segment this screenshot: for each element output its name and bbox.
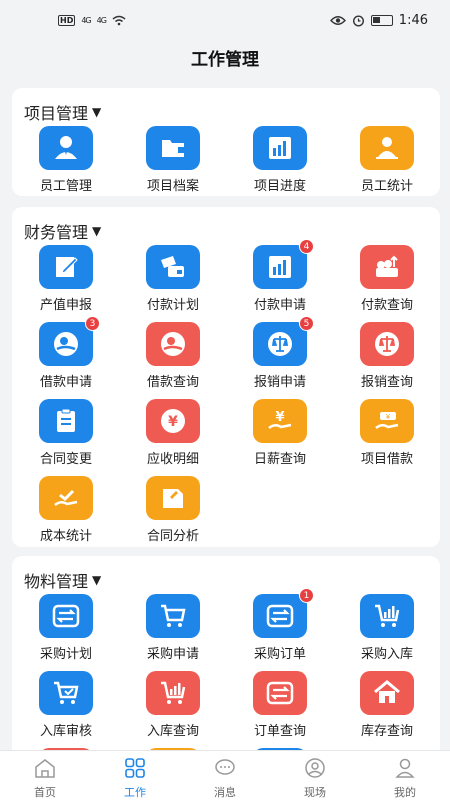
card-finance: 财务管理 ▼ 产值申报 付款计划 4 付款申请 付款查询 3 借款申请 借款查询… — [12, 207, 440, 547]
grid-item-loan-query[interactable]: 借款查询 — [119, 322, 227, 396]
caret-down-icon: ▼ — [92, 224, 102, 238]
yen-coin-icon: ¥ — [146, 399, 200, 443]
check-hand-icon — [39, 476, 93, 520]
caret-down-icon: ▼ — [92, 573, 102, 587]
eye-icon — [329, 15, 346, 25]
content-scroll[interactable]: 项目管理 ▼ 员工管理 项目档案 项目进度 员工统计 财务管理 ▼ 产值申报 付… — [0, 80, 450, 750]
grid-item-reimburse-query[interactable]: 报销查询 — [333, 322, 441, 396]
status-bar: HD 4G 4G 1:46 — [0, 0, 450, 40]
loan-hand-icon — [146, 322, 200, 366]
status-right: 1:46 — [329, 12, 428, 28]
clipboard-icon — [39, 399, 93, 443]
badge-count: 5 — [299, 316, 314, 331]
status-time: 1:46 — [398, 12, 428, 28]
grid-item-payment-plan[interactable]: 付款计划 — [119, 245, 227, 319]
card-project: 项目管理 ▼ 员工管理 项目档案 项目进度 员工统计 — [12, 88, 440, 196]
yen-hand-icon: ¥ — [253, 399, 307, 443]
grid-item-payment-query[interactable]: 付款查询 — [333, 245, 441, 319]
tab-site[interactable]: 现场 — [270, 751, 360, 800]
cart-chart-icon — [360, 594, 414, 638]
wifi-icon — [112, 15, 126, 25]
grid-item-payment-apply[interactable]: 4 付款申请 — [226, 239, 334, 319]
chat-icon — [215, 759, 235, 775]
cart-check-icon — [39, 671, 93, 715]
loan-hand-icon — [39, 322, 93, 366]
tab-work[interactable]: 工作 — [90, 751, 180, 800]
scale-icon — [360, 322, 414, 366]
grid-icon — [125, 758, 145, 778]
status-left: HD 4G 4G — [58, 14, 126, 26]
badge-count: 1 — [299, 588, 314, 603]
grid-item-loan-apply[interactable]: 3 借款申请 — [12, 316, 120, 396]
home-icon — [360, 671, 414, 715]
tab-messages[interactable]: 消息 — [180, 751, 270, 800]
card-material: 物料管理 ▼ 采购计划 采购申请 1 采购订单 采购入库 入库审核 入库查询 订… — [12, 556, 440, 750]
bar-chart-icon — [253, 245, 307, 289]
tab-home[interactable]: 首页 — [0, 751, 90, 800]
grid-item-output-report[interactable]: 产值申报 — [12, 245, 120, 319]
grid-item-purchase-apply[interactable]: 采购申请 — [119, 594, 227, 668]
badge-count: 3 — [85, 316, 100, 331]
alarm-icon — [352, 14, 364, 27]
grid-item-project-archive[interactable]: 项目档案 — [119, 126, 227, 200]
cart-icon — [146, 594, 200, 638]
svg-text:¥: ¥ — [275, 410, 284, 425]
badge-count: 4 — [299, 239, 314, 254]
tab-mine[interactable]: 我的 — [360, 751, 450, 800]
grid-item-employee-stats[interactable]: 员工统计 — [333, 126, 441, 200]
hd-icon: HD — [58, 14, 76, 26]
grid-item-reimburse-apply[interactable]: 5 报销申请 — [226, 316, 334, 396]
svg-text:¥: ¥ — [168, 414, 178, 430]
section-title-material[interactable]: 物料管理 ▼ — [24, 568, 101, 592]
grid-item-project-loan[interactable]: ¥ 项目借款 — [333, 399, 441, 473]
grid-item-project-progress[interactable]: 项目进度 — [226, 126, 334, 200]
grid-item-contract-change[interactable]: 合同变更 — [12, 399, 120, 473]
money-hand-icon: ¥ — [360, 399, 414, 443]
payment-card-icon — [146, 245, 200, 289]
grid-item-purchase-plan[interactable]: 采购计划 — [12, 594, 120, 668]
site-icon — [305, 758, 325, 778]
signal-4g-icon: 4G — [81, 15, 91, 25]
grid-item-contract-analysis[interactable]: 合同分析 — [119, 476, 227, 550]
grid-item-purchase-stock-in[interactable]: 采购入库 — [333, 594, 441, 668]
person-stats-icon — [360, 126, 414, 170]
grid-item-receivable-detail[interactable]: ¥ 应收明细 — [119, 399, 227, 473]
edit-form-icon — [39, 245, 93, 289]
transfer-icon — [253, 671, 307, 715]
cart-chart-icon — [146, 671, 200, 715]
grid-item-stock-in-query[interactable]: 入库查询 — [119, 671, 227, 745]
section-title-finance[interactable]: 财务管理 ▼ — [24, 219, 101, 243]
grid-item-inventory-query[interactable]: 库存查询 — [333, 671, 441, 745]
scale-icon — [253, 322, 307, 366]
grid-item-employee-manage[interactable]: 员工管理 — [12, 126, 120, 200]
battery-icon — [370, 14, 393, 26]
grid-item-cost-stats[interactable]: 成本统计 — [12, 476, 120, 550]
folder-icon — [146, 126, 200, 170]
caret-down-icon: ▼ — [92, 105, 102, 119]
page-title: 工作管理 — [191, 50, 259, 70]
bottom-tab-bar: 首页 工作 消息 现场 我的 — [0, 750, 450, 800]
employee-icon — [39, 126, 93, 170]
bar-chart-icon — [253, 126, 307, 170]
grid-item-order-query[interactable]: 订单查询 — [226, 671, 334, 745]
home-outline-icon — [35, 759, 55, 778]
grid-item-purchase-order[interactable]: 1 采购订单 — [226, 588, 334, 668]
transfer-icon — [253, 594, 307, 638]
section-title-project[interactable]: 项目管理 ▼ — [24, 100, 101, 124]
money-stack-icon — [360, 245, 414, 289]
svg-text:¥: ¥ — [386, 413, 391, 421]
transfer-icon — [39, 594, 93, 638]
grid-item-stock-in-review[interactable]: 入库审核 — [12, 671, 120, 745]
user-icon — [395, 758, 415, 778]
grid-item-daily-wage[interactable]: ¥ 日薪查询 — [226, 399, 334, 473]
signal-4g-icon: 4G — [96, 15, 107, 25]
document-icon — [146, 476, 200, 520]
